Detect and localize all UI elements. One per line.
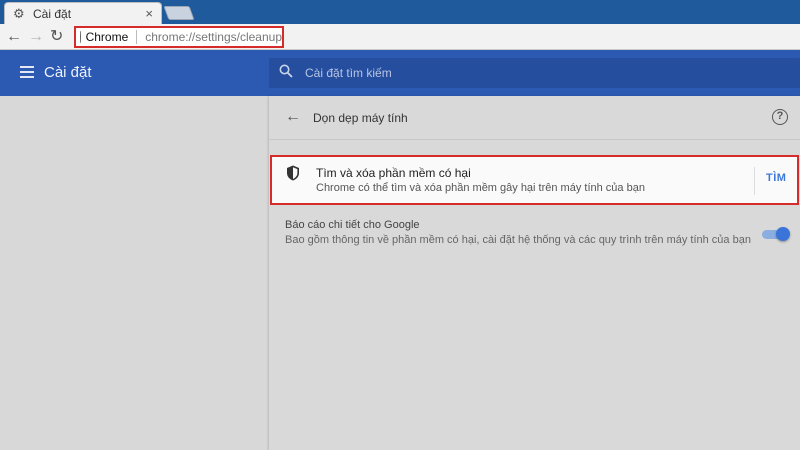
reload-icon[interactable]: ↻ xyxy=(50,28,63,46)
search-bar[interactable] xyxy=(269,58,800,88)
forward-icon[interactable]: → xyxy=(28,28,44,46)
page-title: Dọn dẹp máy tính xyxy=(313,111,408,125)
page-header: ← Dọn dẹp máy tính ? xyxy=(269,96,800,140)
close-icon[interactable]: × xyxy=(145,6,153,21)
settings-card: ← Dọn dẹp máy tính ? xyxy=(269,96,800,450)
cleanup-subtitle: Chrome có thể tìm và xóa phần mềm gây hạ… xyxy=(316,182,645,194)
address-bar[interactable]: Chrome chrome://settings/cleanup xyxy=(74,26,284,48)
tab-title: Cài đặt xyxy=(33,6,72,21)
report-subtitle: Bao gồm thông tin về phần mềm có hại, cà… xyxy=(285,234,751,246)
address-url[interactable]: chrome://settings/cleanup xyxy=(137,30,282,44)
settings-title: Cài đặt xyxy=(44,64,92,81)
secure-icon xyxy=(80,31,81,43)
new-tab-button[interactable] xyxy=(163,6,195,20)
search-input[interactable] xyxy=(305,64,725,82)
toggle-knob xyxy=(776,227,790,241)
back-icon[interactable]: ← xyxy=(6,28,22,46)
settings-header: Cài đặt xyxy=(0,50,800,96)
left-nav-pane xyxy=(0,96,269,450)
find-button[interactable]: TÌM xyxy=(766,172,786,184)
address-origin: Chrome xyxy=(86,30,138,44)
cleanup-row: Tìm và xóa phần mềm có hại Chrome có thể… xyxy=(270,155,799,205)
search-icon xyxy=(279,64,293,78)
tab-strip: ⚙ Cài đặt × xyxy=(0,0,800,24)
report-toggle[interactable] xyxy=(762,227,790,241)
shield-icon xyxy=(287,165,299,181)
report-title: Báo cáo chi tiết cho Google xyxy=(285,219,420,231)
browser-tab[interactable]: ⚙ Cài đặt × xyxy=(4,2,162,24)
menu-icon[interactable] xyxy=(20,66,34,78)
help-icon[interactable]: ? xyxy=(772,109,788,125)
gear-icon: ⚙ xyxy=(13,5,25,21)
back-arrow-icon[interactable]: ← xyxy=(285,108,301,126)
browser-toolbar: ← → ↻ Chrome chrome://settings/cleanup xyxy=(0,24,800,50)
divider xyxy=(754,167,755,195)
cleanup-title: Tìm và xóa phần mềm có hại xyxy=(316,166,471,180)
